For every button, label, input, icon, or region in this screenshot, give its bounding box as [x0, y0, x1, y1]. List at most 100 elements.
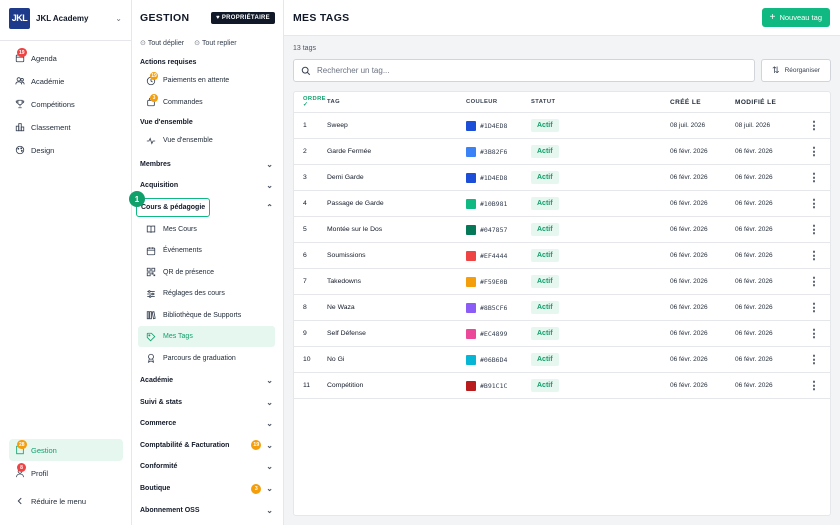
- nav-classement[interactable]: Classement: [9, 116, 122, 138]
- group-boutique[interactable]: Boutique 3 ⌄: [132, 478, 283, 500]
- color-swatch: [466, 172, 476, 183]
- group-label: Cours & pédagogie: [136, 197, 211, 217]
- column-status[interactable]: STATUT: [531, 99, 670, 105]
- nav-design[interactable]: Design: [9, 139, 122, 161]
- search-placeholder: Rechercher un tag...: [317, 66, 390, 75]
- color-swatch: [466, 302, 476, 313]
- nav-gestion[interactable]: 28 Gestion: [9, 439, 123, 461]
- table-row[interactable]: 10 No Gi #06B6D4 Actif 06 févr. 2026 06 févr.…: [294, 347, 830, 373]
- cell-color: #1D4ED8: [466, 172, 531, 183]
- nav-label: Design: [31, 145, 55, 155]
- menu-item-parcours[interactable]: Parcours de graduation: [138, 347, 275, 369]
- nav-academie[interactable]: Académie: [9, 70, 122, 92]
- more-options-icon[interactable]: ⋮: [804, 223, 824, 236]
- nav-profil[interactable]: 8 Profil: [9, 462, 123, 484]
- group-acquisition[interactable]: Acquisition ⌄: [132, 175, 283, 197]
- chevron-down-icon: ⌄: [266, 376, 273, 386]
- more-options-icon[interactable]: ⋮: [804, 197, 824, 210]
- more-options-icon[interactable]: ⋮: [804, 145, 824, 158]
- group-label: Commerce: [140, 420, 177, 428]
- notification-badge: 19: [17, 48, 27, 57]
- group-abonnement[interactable]: Abonnement OSS ⌄: [132, 499, 283, 521]
- more-options-icon[interactable]: ⋮: [804, 249, 824, 262]
- collapse-label: Réduire le menu: [31, 496, 87, 506]
- more-options-icon[interactable]: ⋮: [804, 275, 824, 288]
- cell-status: Actif: [531, 379, 670, 392]
- menu-item-qr-presence[interactable]: QR de présence: [138, 261, 275, 283]
- reorder-button[interactable]: ⇅ Réorganiser: [761, 59, 831, 82]
- status-badge: Actif: [531, 327, 559, 340]
- group-conformite[interactable]: Conformité ⌄: [132, 456, 283, 478]
- group-suivi-stats[interactable]: Suivi & stats ⌄: [132, 391, 283, 413]
- academy-switcher[interactable]: JKL JKL Academy ⌄: [0, 0, 131, 36]
- column-created[interactable]: CRÉÉ LE: [670, 99, 735, 106]
- table-row[interactable]: 11 Compétition #B91C1C Actif 06 févr. 2026 06…: [294, 373, 830, 399]
- more-options-icon[interactable]: ⋮: [804, 353, 824, 366]
- cell-tag: Garde Fermée: [327, 148, 372, 155]
- more-options-icon[interactable]: ⋮: [804, 119, 824, 132]
- calendar-icon: [146, 246, 156, 255]
- cell-color: #EF4444: [466, 250, 531, 261]
- table-row[interactable]: 9 Self Défense #EC4899 Actif 06 févr. 2026 06…: [294, 321, 830, 347]
- reorder-label: Réorganiser: [784, 67, 820, 74]
- menu-item-mes-tags[interactable]: Mes Tags: [138, 325, 275, 348]
- table-row[interactable]: 2 Garde Fermée #3B82F6 Actif 06 févr. 2026 06…: [294, 139, 830, 165]
- menu-item-overview[interactable]: Vue d'ensemble: [138, 130, 275, 152]
- cell-tag: Ne Waza: [327, 304, 355, 311]
- group-label: Abonnement OSS: [140, 506, 200, 514]
- menu-item-label: Paiements en attente: [163, 77, 230, 85]
- count-badge: 3: [251, 483, 262, 494]
- group-academie[interactable]: Académie ⌄: [132, 370, 283, 392]
- table-row[interactable]: 7 Takedowns #F59E0B Actif 06 févr. 2026 06 fé…: [294, 269, 830, 295]
- group-label: Acquisition: [140, 182, 179, 190]
- menu-item-paiements[interactable]: 19 Paiements en attente: [138, 70, 275, 92]
- collapse-all-button[interactable]: ⊙ Tout replier: [194, 39, 237, 47]
- table-row[interactable]: 4 Passage de Garde #10B981 Actif 06 févr. 20…: [294, 191, 830, 217]
- cell-created: 06 févr. 2026: [670, 330, 708, 337]
- table-row[interactable]: 8 Ne Waza #8B5CF6 Actif 06 févr. 2026 06 févr…: [294, 295, 830, 321]
- column-modified[interactable]: MODIFIÉ LE: [735, 99, 804, 106]
- status-badge: Actif: [531, 223, 559, 236]
- expand-all-button[interactable]: ⊙ Tout déplier: [140, 39, 184, 47]
- new-tag-button[interactable]: + Nouveau tag: [761, 8, 830, 27]
- table-row[interactable]: 1 Sweep #1D4ED8 Actif 08 juil. 2026 08 juil. …: [294, 113, 830, 139]
- group-cours-pedagogie[interactable]: Cours & pédagogie ⌃: [132, 197, 283, 219]
- menu-item-bibliotheque[interactable]: Bibliothèque de Supports: [138, 304, 275, 326]
- color-hex: #1D4ED8: [480, 121, 508, 130]
- chevron-up-icon: ⌃: [266, 202, 273, 212]
- nav-competitions[interactable]: Compétitions: [9, 93, 122, 115]
- group-commerce[interactable]: Commerce ⌄: [132, 413, 283, 435]
- column-color[interactable]: COULEUR: [466, 99, 531, 105]
- section-actions-label: Actions requises: [140, 59, 197, 66]
- table-row[interactable]: 3 Demi Garde #1D4ED8 Actif 06 févr. 2026 06 f…: [294, 165, 830, 191]
- table-row[interactable]: 5 Montée sur le Dos #047857 Actif 06 févr. 2…: [294, 217, 830, 243]
- nav-agenda[interactable]: 19 Agenda: [9, 47, 122, 69]
- menu-item-reglages[interactable]: Réglages des cours: [138, 283, 275, 305]
- cell-created: 06 févr. 2026: [670, 252, 708, 259]
- more-options-icon[interactable]: ⋮: [804, 327, 824, 340]
- search-input[interactable]: Rechercher un tag...: [293, 59, 755, 82]
- column-tag[interactable]: TAG: [327, 99, 466, 105]
- more-options-icon[interactable]: ⋮: [804, 171, 824, 184]
- cell-tag: Sweep: [327, 122, 348, 129]
- color-swatch: [466, 328, 476, 339]
- menu-item-label: Parcours de graduation: [163, 354, 236, 362]
- menu-item-evenements[interactable]: Événements: [138, 240, 275, 262]
- column-order[interactable]: ORDRE ✓: [294, 96, 327, 108]
- cell-color: #F59E0B: [466, 276, 531, 287]
- color-hex: #10B981: [480, 199, 508, 208]
- chevron-down-icon: ⌄: [266, 462, 273, 472]
- cell-order: 5: [303, 226, 307, 233]
- status-badge: Actif: [531, 145, 559, 158]
- more-options-icon[interactable]: ⋮: [804, 301, 824, 314]
- table-row[interactable]: 6 Soumissions #EF4444 Actif 06 févr. 2026 06 …: [294, 243, 830, 269]
- menu-item-commandes[interactable]: 3 Commandes: [138, 92, 275, 114]
- group-comptabilite[interactable]: Comptabilité & Facturation 19 ⌄: [132, 435, 283, 457]
- menu-item-mes-cours[interactable]: Mes Cours: [138, 218, 275, 240]
- collapse-menu-button[interactable]: Réduire le menu: [9, 490, 123, 512]
- users-icon: [15, 77, 25, 85]
- group-label: Suivi & stats: [140, 398, 183, 406]
- group-membres[interactable]: Membres ⌄: [132, 154, 283, 176]
- collapse-all-label: Tout replier: [201, 40, 237, 47]
- more-options-icon[interactable]: ⋮: [804, 379, 824, 392]
